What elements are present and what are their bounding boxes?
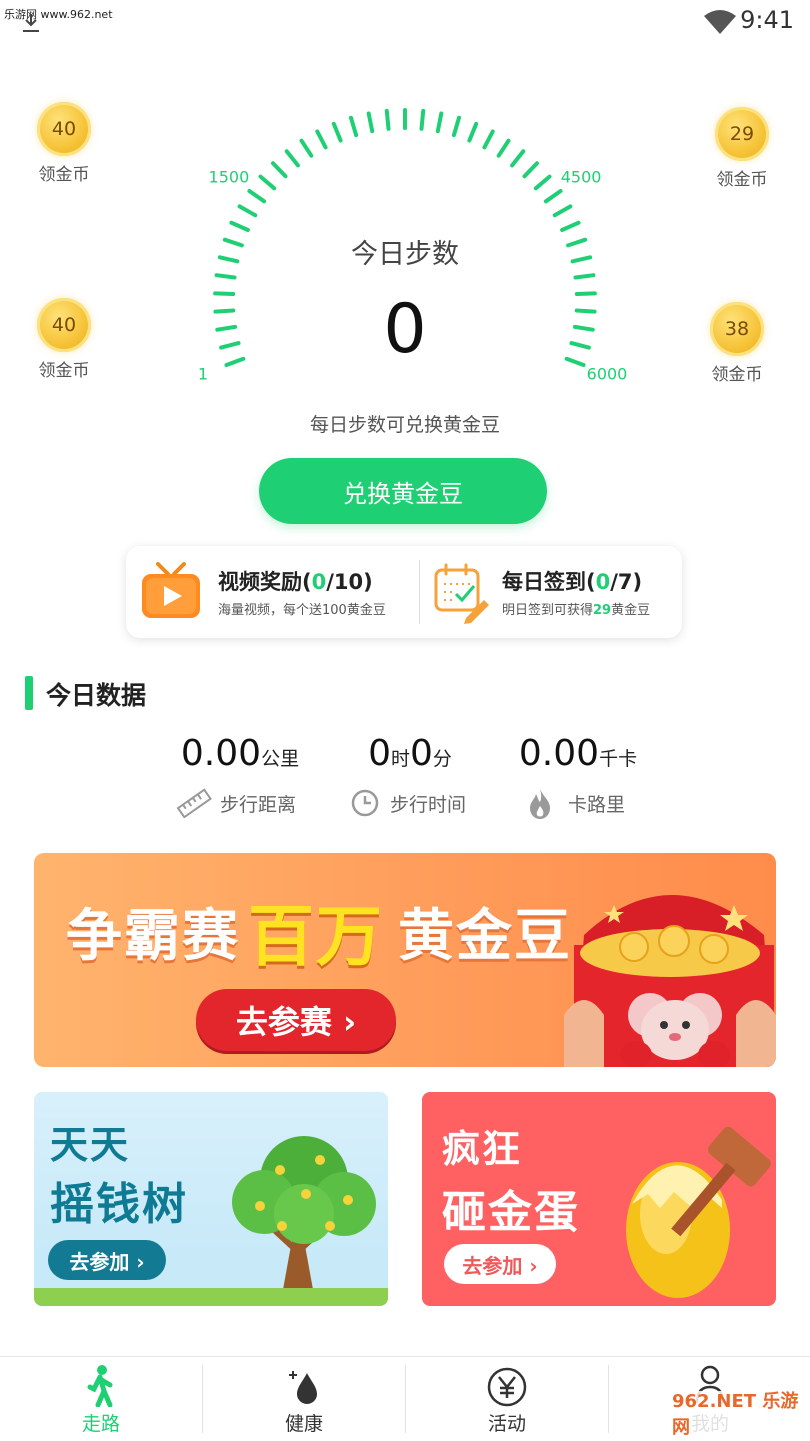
gauge-tick [482,129,495,150]
join-golden-egg-button[interactable]: 去参加 › [444,1244,556,1284]
nav-item-health[interactable]: 健康 [203,1357,405,1441]
gauge-tick [214,273,237,280]
gauge-tick [543,189,563,204]
coin-icon: 29 [715,107,769,161]
money-tree-illustration [232,1136,376,1306]
gauge-tick [331,121,343,143]
calories-value: 0.00千卡 [518,733,638,774]
contest-banner[interactable]: 争霸赛 百万 黄金豆 去参赛 › [34,853,776,1067]
clock: 9:41 [740,6,794,34]
health-drop-icon [289,1371,317,1404]
ruler-icon [176,788,212,818]
gauge-tick [467,121,479,143]
gauge-tick [284,149,300,168]
exchange-button[interactable]: 兑换黄金豆 [259,458,547,524]
calendar-signin-icon [434,563,489,624]
gauge-tick [560,220,581,232]
video-reward-title: 视频奖励(0/10) [218,570,373,594]
banner-text: 摇钱树 [50,1179,188,1230]
gauge-tick [384,108,391,131]
gauge-title: 今日步数 [351,239,459,270]
money-tree-banner[interactable]: 天天 摇钱树 去参加 › [34,1092,388,1306]
join-contest-button[interactable]: 去参赛 › [196,989,396,1051]
gauge-tick [349,115,359,138]
walk-time-label: 步行时间 [390,794,467,816]
banner-text: 争霸赛 [66,904,240,969]
coin-icon: 40 [37,102,91,156]
gauge-tick [315,129,328,150]
nav-item-walk[interactable]: 走路 [0,1357,202,1441]
yen-coin-icon [487,1367,527,1407]
nav-label: 健康 [284,1413,323,1435]
join-money-tree-button[interactable]: 去参加 › [48,1240,166,1280]
coin-label: 领金币 [716,170,768,190]
gauge-tick [496,138,511,158]
gauge-tick [229,220,250,232]
gauge-tick [271,161,288,179]
daily-signin[interactable]: 每日签到(0/7) 明日签到可获得29黄金豆 [420,546,682,638]
gauge-tick [237,204,258,218]
coin-label: 领金币 [38,165,90,185]
nav-item-activity[interactable]: 活动 [406,1357,608,1441]
gauge-tick [419,108,426,131]
gauge-tick [366,111,375,134]
banner-text: 砸金蛋 [442,1187,580,1238]
gauge-tick [522,161,539,179]
gauge-hint: 每日步数可兑换黄金豆 [309,414,500,436]
gauge-tick [247,189,267,204]
video-reward-subtitle: 海量视频，每个送100黄金豆 [218,603,386,618]
section-accent-bar [25,676,33,710]
reward-card: 视频奖励(0/10) 海量视频，每个送100黄金豆 每日签到(0/7) 明日签到… [126,546,682,638]
clock-icon [351,789,379,817]
gauge-tick [552,204,573,218]
gauge-tick-label: 1500 [209,168,250,187]
gauge-tick [573,273,596,280]
nav-label: 走路 [81,1413,120,1435]
coin-bubble[interactable]: 29 领金币 [702,107,782,190]
calories-label: 卡路里 [568,794,626,816]
wifi-icon [704,10,736,34]
golden-egg-hammer-illustration [626,1126,771,1298]
download-icon[interactable] [22,14,40,34]
tv-play-icon [142,562,200,618]
golden-egg-banner[interactable]: 疯狂 砸金蛋 去参加 › [422,1092,776,1306]
red-envelope-mouse-illustration [564,895,776,1067]
distance-label: 步行距离 [220,794,297,816]
banner-highlight-text: 百万 [248,898,384,975]
nav-label: 活动 [487,1413,526,1435]
coin-bubble[interactable]: 40 领金币 [24,102,104,185]
gauge-tick [258,174,277,191]
status-bar: 乐游网 www.962.net 9:41 [0,0,810,40]
signin-title: 每日签到(0/7) [502,570,643,594]
watermark-logo: 962.NET 乐游网 [672,1391,806,1438]
grass [34,1288,388,1306]
walk-time-value: 0时0分 [368,733,452,774]
gauge-tick [533,174,552,191]
gauge-tick [299,138,314,158]
step-count: 0 [383,290,427,369]
video-reward[interactable]: 视频奖励(0/10) 海量视频，每个送100黄金豆 [126,546,419,638]
section-title: 今日数据 [46,681,147,710]
banner-text: 黄金豆 [398,904,572,969]
gauge-tick [451,115,461,138]
distance-value: 0.00公里 [180,733,300,774]
signin-subtitle: 明日签到可获得29黄金豆 [502,603,651,618]
gauge-tick-label: 4500 [561,168,602,187]
watermark-text: 乐游网 www.962.net [4,8,113,21]
walk-icon [87,1365,113,1407]
gauge-tick [435,111,444,134]
flame-icon [530,788,550,819]
bottom-nav: 走路 健康 活动 我的 962.NET 乐游网 [0,1356,810,1441]
banner-text: 疯狂 [442,1127,523,1171]
banner-text: 天天 [50,1123,131,1167]
gauge-tick [510,149,526,168]
